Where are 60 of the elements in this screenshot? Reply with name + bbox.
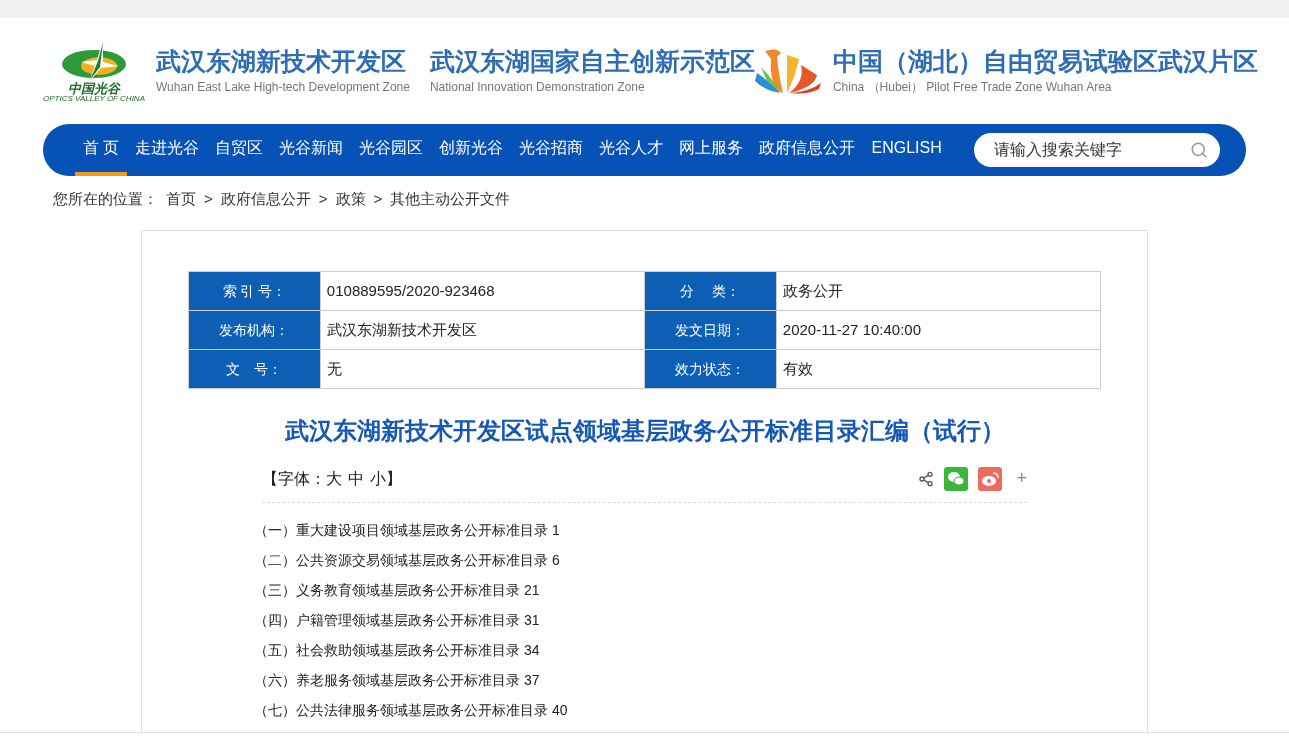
meta-label: 效力状态：	[644, 349, 777, 389]
meta-label: 索 引 号：	[188, 271, 321, 311]
star-leaf-icon	[59, 39, 129, 82]
breadcrumb-separator: >	[204, 188, 213, 209]
nav-link[interactable]: 光谷人才	[591, 124, 672, 176]
wechat-icon[interactable]	[944, 466, 969, 491]
brand-subtitle: National Innovation Demonstration Zone	[429, 78, 646, 96]
meta-value: 有效	[776, 349, 1101, 389]
weibo-icon[interactable]	[978, 466, 1003, 491]
brand-title: 武汉东湖国家自主创新示范区	[429, 46, 755, 78]
nav-link[interactable]: 光谷招商	[511, 124, 592, 176]
article-title: 武汉东湖新技术开发区试点领域基层政务公开标准目录汇编（试行）	[283, 416, 1006, 446]
contents-link[interactable]: （七）公共法律服务领域基层政务公开标准目录 40	[254, 695, 1035, 725]
meta-value: 武汉东湖新技术开发区	[320, 310, 645, 350]
meta-label: 文 号：	[188, 349, 321, 389]
breadcrumb-link[interactable]: 首页	[166, 187, 196, 211]
nav-link[interactable]: ENGLISH	[863, 124, 950, 176]
meta-value: 无	[320, 349, 645, 389]
contents-link[interactable]: （三）义务教育领域基层政务公开标准目录 21	[254, 575, 1035, 605]
brand-subtitle: Wuhan East Lake High-tech Development Zone	[156, 78, 410, 96]
logo-subtext: OPTICS VALLEY OF CHINA	[43, 94, 145, 103]
font-size-label: 【字体：	[262, 468, 326, 489]
logo-text: 中国光谷	[68, 81, 120, 95]
brand-title: 中国（湖北）自由贸易试验区武汉片区	[832, 46, 1258, 78]
font-size-link[interactable]: 小	[370, 466, 386, 491]
breadcrumb-label: 您所在的位置：	[53, 188, 158, 209]
meta-value: 2020-11-27 10:40:00	[776, 310, 1101, 350]
meta-value: 010889595/2020-923468	[320, 271, 645, 311]
search-field[interactable]: 请输入搜索关键字	[974, 133, 1220, 167]
contents-link[interactable]: （二）公共资源交易领域基层政务公开标准目录 6	[254, 545, 1035, 575]
font-size-bracket: 】	[386, 468, 402, 489]
breadcrumb-link[interactable]: 政策	[335, 187, 366, 211]
contents-link[interactable]: （四）户籍管理领域基层政务公开标准目录 31	[254, 605, 1035, 635]
font-size-link[interactable]: 大	[326, 466, 342, 491]
nav-link[interactable]: 自贸区	[207, 124, 272, 176]
breadcrumb-link[interactable]: 其他主动公开文件	[390, 187, 511, 211]
contents-link[interactable]: （一）重大建设项目领域基层政务公开标准目录 1	[254, 515, 1035, 545]
font-size-link[interactable]: 中	[348, 466, 364, 491]
brand-subtitle: China （Hubei） Pilot Free Trade Zone Wuhan Area	[832, 78, 1113, 96]
nav-link[interactable]: 光谷新闻	[271, 124, 352, 176]
nav-link[interactable]: 首 页	[75, 124, 128, 176]
breadcrumb-separator: >	[318, 188, 328, 209]
nav-link[interactable]: 网上服务	[671, 124, 752, 176]
nav-link[interactable]: 走进光谷	[127, 124, 208, 176]
share-icon[interactable]	[918, 470, 935, 487]
nav-link[interactable]: 光谷园区	[351, 124, 432, 176]
meta-label: 发文日期：	[644, 310, 777, 350]
brand-title: 武汉东湖新技术开发区	[156, 46, 407, 78]
sail-logo-icon	[754, 47, 821, 95]
meta-label: 分 类：	[644, 271, 777, 311]
more-share-button[interactable]: +	[1016, 465, 1027, 492]
contents-link[interactable]: （六）养老服务领域基层政务公开标准目录 37	[254, 665, 1035, 695]
contents-link[interactable]: （五）社会救助领域基层政务公开标准目录 34	[254, 635, 1035, 665]
breadcrumb-separator: >	[373, 188, 383, 209]
nav-link[interactable]: 创新光谷	[431, 124, 512, 176]
meta-label: 发布机构：	[188, 310, 321, 350]
search-icon[interactable]	[1190, 141, 1208, 159]
breadcrumb-link[interactable]: 政府信息公开	[220, 187, 311, 211]
meta-value: 政务公开	[776, 271, 1101, 311]
nav-link[interactable]: 政府信息公开	[751, 124, 864, 176]
